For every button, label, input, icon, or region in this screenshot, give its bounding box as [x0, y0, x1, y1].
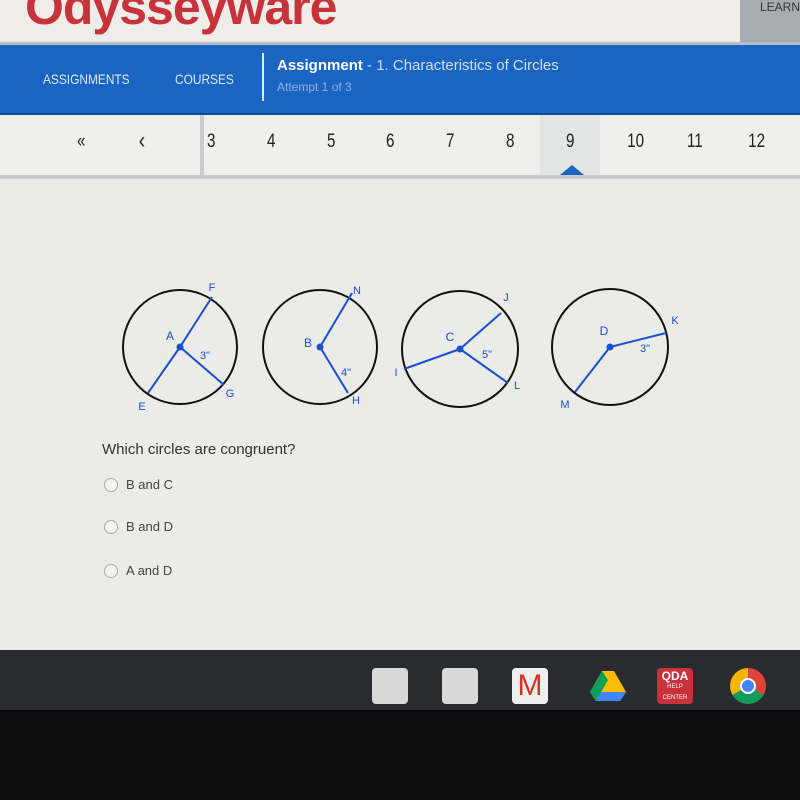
segment-CJ [459, 312, 502, 350]
option-label: B and D [126, 519, 173, 534]
center-point [606, 343, 614, 351]
option-2[interactable]: B and D [104, 519, 173, 534]
center-point [176, 343, 184, 351]
center-label: D [600, 324, 609, 338]
circles-figure: F E G A 3" N H B 4" J I L C 5" K M D 3" [122, 282, 679, 413]
point-label: N [353, 285, 361, 297]
point-label: K [671, 315, 679, 327]
center-label: B [304, 336, 312, 350]
radio-button[interactable] [104, 477, 118, 492]
option-3[interactable]: A and D [104, 563, 172, 578]
point-label: E [138, 401, 145, 413]
qda-help-center-icon[interactable]: QDA HELP CENTER [657, 668, 693, 704]
segment-AE [147, 346, 181, 394]
point-label: H [352, 395, 360, 407]
gmail-icon[interactable]: M [512, 668, 548, 704]
point-label: F [209, 282, 216, 294]
chrome-icon[interactable] [730, 668, 766, 704]
option-label: B and C [126, 477, 173, 492]
drive-icon[interactable] [590, 668, 626, 704]
point-label: J [503, 292, 509, 304]
point-label: L [514, 380, 520, 392]
slides-icon[interactable] [372, 668, 408, 704]
option-label: A and D [126, 563, 173, 578]
center-label: A [166, 329, 174, 343]
center-label: C [446, 330, 455, 344]
segment-BN [319, 292, 353, 348]
point-label: I [394, 367, 397, 379]
center-point [456, 345, 464, 353]
slides-icon[interactable] [442, 668, 478, 704]
point-label: M [560, 399, 569, 411]
segment-AF [179, 296, 213, 348]
option-1[interactable]: B and C [104, 477, 173, 492]
point-label: G [226, 388, 235, 400]
question-text: Which circles are congruent? [102, 441, 296, 458]
radius-measure: 3" [640, 343, 650, 355]
radio-button[interactable] [104, 563, 118, 578]
radius-measure: 4" [341, 367, 351, 379]
segment-CI [403, 348, 461, 370]
center-point [316, 343, 324, 351]
segment-DM [574, 346, 611, 393]
radius-measure: 5" [482, 349, 492, 361]
radio-button[interactable] [104, 519, 118, 534]
segment-DK [609, 332, 667, 348]
monitor-bezel [0, 710, 800, 800]
radius-measure: 3" [200, 350, 210, 362]
